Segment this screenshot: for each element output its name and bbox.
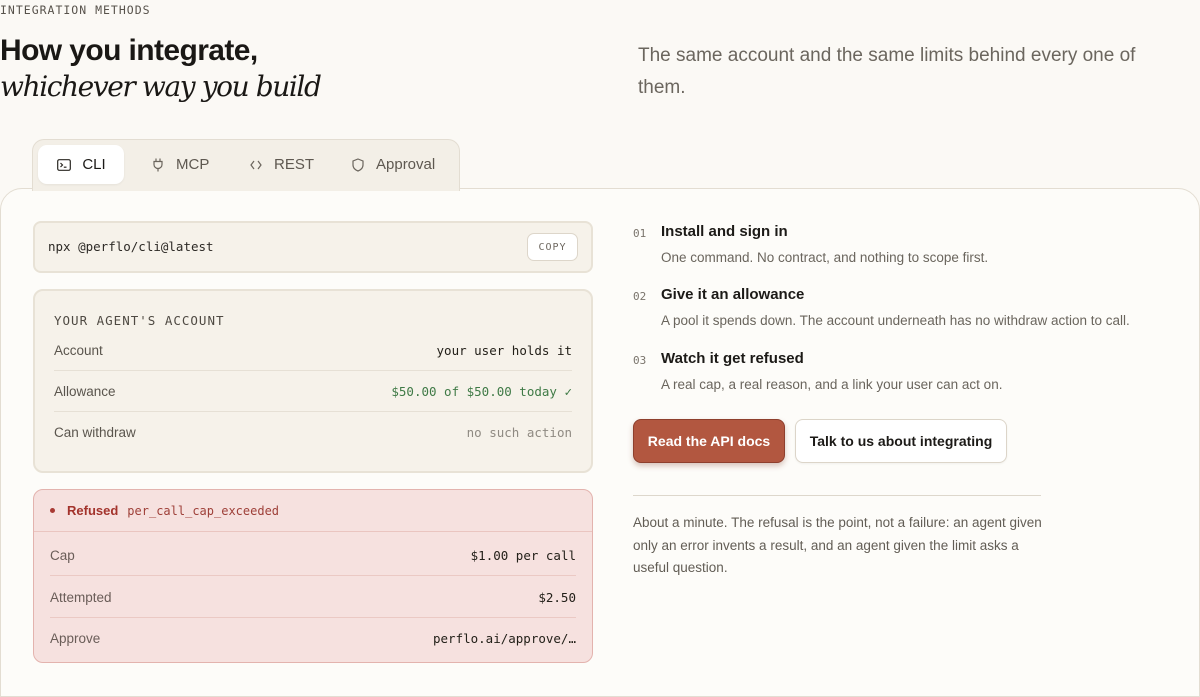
tab-cli[interactable]: CLI	[38, 145, 124, 184]
account-heading: YOUR AGENT'S ACCOUNT	[54, 313, 225, 328]
row-value: $2.50	[538, 589, 576, 605]
page-subtitle: whichever way you build	[0, 70, 322, 103]
refusal-row: Attempted $2.50	[50, 577, 576, 618]
step-description: One command. No contract, and nothing to…	[661, 250, 989, 265]
footnote-text: About a minute. The refusal is the point…	[633, 515, 1042, 575]
step-title: Watch it get refused	[661, 350, 804, 367]
row-value: no such action	[466, 425, 572, 440]
row-value: your user holds it	[436, 342, 572, 358]
step-number: 02	[633, 290, 647, 303]
eyebrow: INTEGRATION METHODS	[0, 3, 151, 17]
tab-bar: CLI MCP REST Approval	[32, 139, 460, 191]
terminal-icon	[56, 157, 72, 173]
code-brackets-icon	[248, 157, 264, 173]
row-key: Can withdraw	[54, 425, 136, 440]
refusal-header: Refused per_call_cap_exceeded	[34, 490, 592, 532]
plug-icon	[150, 157, 166, 173]
read-api-docs-button[interactable]: Read the API docs	[633, 419, 785, 463]
account-row: Can withdraw no such action	[54, 412, 572, 453]
divider	[633, 495, 1041, 496]
row-key: Cap	[50, 547, 75, 563]
refusal-row: Approve perflo.ai/approve/…	[50, 618, 576, 659]
row-key: Approve	[50, 631, 101, 646]
agent-account-card: YOUR AGENT'S ACCOUNT Account your user h…	[33, 289, 593, 473]
tab-mcp[interactable]: MCP	[150, 145, 209, 184]
step-number: 03	[633, 354, 647, 367]
account-row: Allowance $50.00 of $50.00 today ✓	[54, 371, 572, 412]
command-box: npx @perflo/cli@latest COPY	[33, 221, 593, 273]
tab-label: REST	[274, 156, 315, 173]
step-title: Give it an allowance	[661, 286, 805, 303]
page-title: How you integrate,	[0, 34, 258, 67]
row-key: Allowance	[54, 383, 116, 399]
row-value: $1.00 per call	[470, 547, 576, 563]
row-key: Account	[54, 342, 103, 358]
lede-text: The same account and the same limits beh…	[638, 45, 1136, 98]
command-text: npx @perflo/cli@latest	[48, 239, 214, 254]
row-value: $50.00 of $50.00 today ✓	[391, 383, 572, 399]
refusal-label: Refused	[67, 503, 119, 518]
refusal-row: Cap $1.00 per call	[50, 535, 576, 576]
tab-rest[interactable]: REST	[248, 145, 314, 184]
shield-icon	[350, 157, 366, 173]
refusal-code: per_call_cap_exceeded	[127, 503, 280, 518]
step-description: A real cap, a real reason, and a link yo…	[661, 377, 1003, 392]
tab-label: CLI	[82, 156, 106, 173]
row-key: Attempted	[50, 589, 112, 605]
approve-link[interactable]: perflo.ai/approve/…	[433, 631, 576, 646]
step-number: 01	[633, 227, 647, 240]
tab-approval[interactable]: Approval	[350, 145, 435, 184]
step-title: Install and sign in	[661, 223, 788, 240]
step-description: A pool it spends down. The account under…	[661, 313, 1130, 328]
copy-button[interactable]: COPY	[527, 233, 578, 261]
tab-label: MCP	[176, 156, 210, 173]
tab-label: Approval	[376, 156, 436, 173]
refusal-card: Refused per_call_cap_exceeded Cap $1.00 …	[33, 489, 593, 663]
status-dot-icon	[50, 508, 55, 513]
talk-to-us-button[interactable]: Talk to us about integrating	[795, 419, 1007, 463]
account-row: Account your user holds it	[54, 330, 572, 371]
